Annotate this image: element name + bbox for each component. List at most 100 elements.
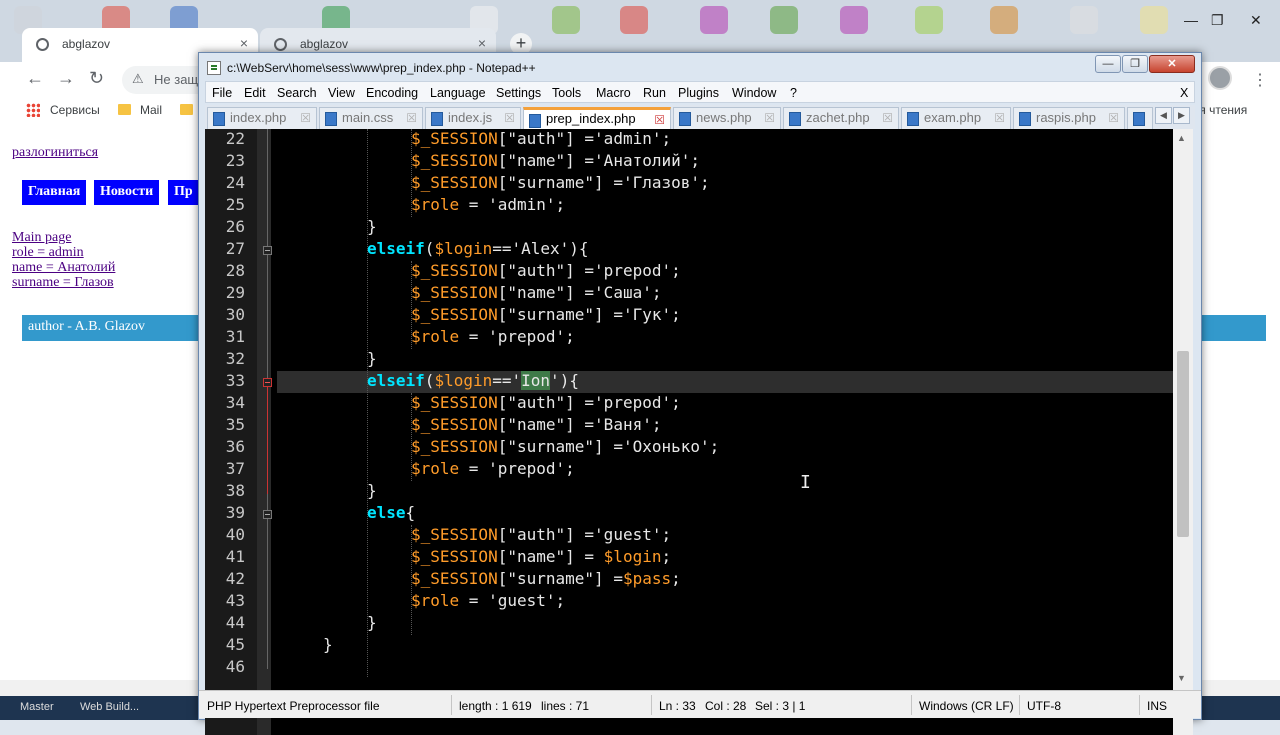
back-icon[interactable]: ← <box>26 68 44 89</box>
nav-more-button[interactable]: Пр <box>168 180 199 205</box>
fold-toggle[interactable] <box>263 246 272 255</box>
scroll-up-icon[interactable]: ▲ <box>1177 133 1186 143</box>
tab-zachet-php[interactable]: zachet.php ☒ <box>783 107 899 129</box>
menu-language[interactable]: Language <box>430 86 486 100</box>
status-filetype: PHP Hypertext Preprocessor file <box>207 699 380 713</box>
browser-tab-title: abglazov <box>62 37 111 51</box>
browser-tab-title: abglazov <box>300 37 349 51</box>
minimize-button[interactable]: — <box>1095 55 1121 73</box>
menu-macro[interactable]: Macro <box>596 86 631 100</box>
tab-overflow[interactable] <box>1127 107 1153 129</box>
bookmark-mail[interactable]: Mail <box>140 103 162 117</box>
close-tab-icon[interactable]: ☒ <box>406 111 417 125</box>
avatar[interactable] <box>1208 66 1232 90</box>
bookmark-apps[interactable]: Сервисы <box>50 103 100 117</box>
line-number: 22 <box>225 129 245 148</box>
menu-file[interactable]: File <box>212 86 232 100</box>
close-icon[interactable]: ✕ <box>1250 12 1262 29</box>
close-tab-icon[interactable]: ☒ <box>764 111 775 125</box>
taskbar-app-icon <box>770 6 798 34</box>
tab-index-js[interactable]: index.js ☒ <box>425 107 521 129</box>
taskbar-item[interactable]: Master <box>20 701 54 713</box>
code-line: $role = 'prepod'; <box>411 327 575 346</box>
taskbar-item[interactable]: Web Build... <box>80 701 139 713</box>
close-tab-icon[interactable]: ☒ <box>994 111 1005 125</box>
profile-avatar[interactable] <box>1208 66 1232 90</box>
reload-icon[interactable]: ↻ <box>89 68 104 89</box>
menu-run[interactable]: Run <box>643 86 666 100</box>
code-line: } <box>367 349 377 368</box>
tab-prep-index-php[interactable]: prep_index.php ☒ <box>523 107 671 129</box>
apps-icon[interactable] <box>26 103 40 117</box>
status-column: Col : 28 <box>705 699 747 713</box>
close-button[interactable]: ✕ <box>1149 55 1195 73</box>
tab-main-css[interactable]: main.css ☒ <box>319 107 423 129</box>
close-icon[interactable]: × <box>240 35 248 51</box>
logout-link[interactable]: разлогиниться <box>12 145 98 161</box>
line-number: 33 <box>225 371 245 390</box>
fold-toggle[interactable] <box>263 510 272 519</box>
nav-home-button[interactable]: Главная <box>22 180 87 205</box>
scrollbar-thumb[interactable] <box>1177 351 1189 537</box>
menu-tools[interactable]: Tools <box>552 86 581 100</box>
tab-label: zachet.php <box>806 110 870 125</box>
taskbar-app-icon <box>552 6 580 34</box>
line-number: 45 <box>225 635 245 654</box>
forward-icon[interactable]: → <box>57 68 75 89</box>
close-tab-icon[interactable]: ☒ <box>504 111 515 125</box>
close-icon[interactable]: × <box>478 35 486 51</box>
close-tab-icon[interactable]: ☒ <box>882 111 893 125</box>
minimize-icon: — <box>1102 58 1114 70</box>
warning-icon: ⚠ <box>132 71 144 86</box>
file-icon <box>325 112 337 126</box>
menu-search[interactable]: Search <box>277 86 317 100</box>
maximize-button[interactable]: ❐ <box>1122 55 1148 73</box>
menu-plugins[interactable]: Plugins <box>678 86 719 100</box>
fold-toggle[interactable] <box>263 378 272 387</box>
menu-help[interactable]: ? <box>790 86 797 100</box>
tab-exam-php[interactable]: exam.php ☒ <box>901 107 1011 129</box>
tab-index-php[interactable]: index.php ☒ <box>207 107 317 129</box>
close-document-icon[interactable]: X <box>1180 86 1188 100</box>
role-link[interactable]: role = admin <box>12 245 84 261</box>
surname-link[interactable]: surname = Глазов <box>12 275 114 291</box>
minimize-icon[interactable]: — <box>1184 12 1198 28</box>
maximize-icon[interactable]: ❐ <box>1211 12 1224 29</box>
tab-scroll-left-icon[interactable]: ◀ <box>1155 107 1172 124</box>
code-line: $_SESSION["name"] ='Анатолий'; <box>411 151 701 170</box>
menu-encoding[interactable]: Encoding <box>366 86 418 100</box>
status-line: Ln : 33 <box>659 699 696 713</box>
close-tab-icon[interactable]: ☒ <box>654 113 665 127</box>
status-lines: lines : 71 <box>541 699 590 713</box>
tab-news-php[interactable]: news.php ☒ <box>673 107 781 129</box>
tab-scroll-right-icon[interactable]: ▶ <box>1173 107 1190 124</box>
code-line: else{ <box>367 503 416 522</box>
close-tab-icon[interactable]: ☒ <box>1108 111 1119 125</box>
nav-news-button[interactable]: Новости <box>94 180 160 205</box>
menu-window[interactable]: Window <box>732 86 776 100</box>
code-line: $_SESSION["name"] ='Ваня'; <box>411 415 662 434</box>
status-eol: Windows (CR LF) <box>919 699 1014 713</box>
folder-icon <box>118 104 131 115</box>
line-number: 43 <box>225 591 245 610</box>
code-line: $_SESSION["surname"] =$pass; <box>411 569 681 588</box>
menu-edit[interactable]: Edit <box>244 86 266 100</box>
menu-view[interactable]: View <box>328 86 355 100</box>
line-number: 39 <box>225 503 245 522</box>
npp-titlebar: c:\WebServ\home\sess\www\prep_index.php … <box>199 53 1201 83</box>
reading-list[interactable]: Список для чтения <box>1200 103 1247 117</box>
code-line: $role = 'guest'; <box>411 591 566 610</box>
code-editor[interactable]: 22 23 24 25 26 27 28 29 30 31 32 33 34 3… <box>205 129 1173 735</box>
menu-settings[interactable]: Settings <box>496 86 541 100</box>
file-icon <box>529 114 541 128</box>
menu-icon[interactable]: ⋮ <box>1252 70 1268 90</box>
tab-label: prep_index.php <box>546 111 636 126</box>
address-text: Не защ <box>154 72 199 87</box>
main-page-link[interactable]: Main page <box>12 230 71 246</box>
tab-raspis-php[interactable]: raspis.php ☒ <box>1013 107 1125 129</box>
close-tab-icon[interactable]: ☒ <box>300 111 311 125</box>
scroll-down-icon[interactable]: ▼ <box>1177 673 1186 683</box>
line-number: 31 <box>225 327 245 346</box>
name-link[interactable]: name = Анатолий <box>12 260 115 276</box>
code-line: $_SESSION["name"] = $login; <box>411 547 672 566</box>
